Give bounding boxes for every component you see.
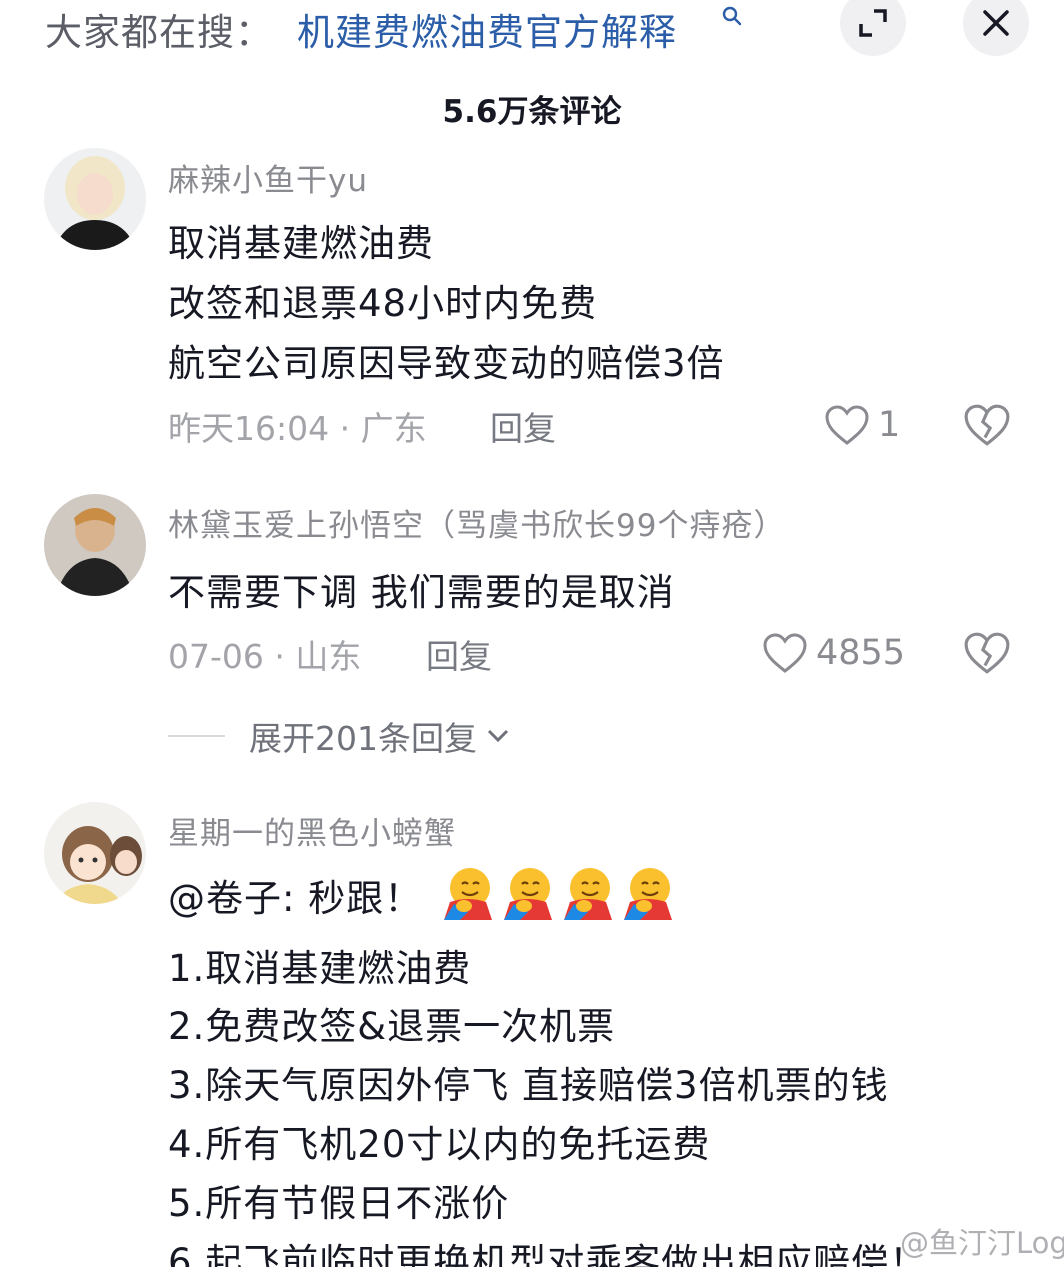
comment-location: 广东 [360, 409, 427, 448]
comment-time: 昨天16:04 [168, 409, 330, 448]
emoji-row [440, 864, 680, 920]
comment-text-line: 航空公司原因导致变动的赔偿3倍 [168, 342, 725, 385]
like-button[interactable]: 1 [824, 400, 900, 450]
expand-button[interactable] [840, 0, 906, 56]
comment-text-line: 2.免费改签&退票一次机票 [168, 1005, 616, 1048]
close-icon [983, 10, 1009, 36]
like-button[interactable]: 4855 [762, 628, 905, 678]
hugging-face-emoji [504, 868, 552, 920]
comment-text-line: 3.除天气原因外停飞 直接赔偿3倍机票的钱 [168, 1064, 889, 1107]
expand-replies-button[interactable]: 展开201条回复 [168, 711, 513, 761]
hugging-face-emoji [624, 868, 672, 920]
comment-text-line: 改签和退票48小时内免费 [168, 282, 598, 325]
reply-button[interactable]: 回复 [490, 402, 556, 450]
avatar[interactable] [44, 802, 146, 904]
meta-separator: · [274, 637, 296, 676]
comment-text-line: 5.所有节假日不涨价 [168, 1182, 510, 1225]
heart-icon [763, 633, 807, 673]
watermark: @鱼汀汀Log [900, 1226, 1064, 1260]
broken-heart-icon[interactable] [963, 402, 1011, 448]
search-suggestion-link[interactable]: 机建费燃油费官方解释 [297, 2, 677, 56]
close-button[interactable] [963, 0, 1029, 56]
chevron-down-icon [487, 729, 509, 743]
like-count: 4855 [816, 633, 906, 673]
hugging-face-emoji [444, 868, 492, 920]
comment-text-line: 6.起飞前临时更换机型对乘客做出相应赔偿！ [168, 1241, 928, 1267]
comment-username[interactable]: 星期一的黑色小螃蟹 [168, 808, 456, 853]
comment-meta: 昨天16:04 · 广东 [168, 402, 427, 450]
like-count: 1 [878, 405, 901, 445]
expand-replies-label: 展开201条回复 [249, 719, 477, 758]
comment-meta: 07-06 · 山东 [168, 630, 361, 678]
expand-icon [859, 9, 887, 37]
comment-text-line: @卷子: 秒跟！ [168, 877, 423, 920]
avatar[interactable] [44, 494, 146, 596]
meta-separator: · [339, 409, 361, 448]
comment-text-line: 不需要下调 我们需要的是取消 [168, 571, 675, 614]
comment-username[interactable]: 林黛玉爱上孙悟空（骂虞书欣长99个痔疮） [168, 500, 785, 545]
comment-text-line: 取消基建燃油费 [168, 222, 434, 265]
comment-text-line: 1.取消基建燃油费 [168, 947, 472, 990]
broken-heart-icon[interactable] [963, 630, 1011, 676]
search-icon[interactable] [722, 6, 742, 26]
comment-time: 07-06 [168, 637, 264, 676]
avatar[interactable] [44, 148, 146, 250]
comment-location: 山东 [295, 637, 362, 676]
hugging-face-emoji [564, 868, 612, 920]
comment-text-line: 4.所有飞机20寸以内的免托运费 [168, 1123, 711, 1166]
comment-username[interactable]: 麻辣小鱼干yu [168, 155, 368, 200]
search-suggestion-bar: 大家都在搜： 机建费燃油费官方解释 [0, 0, 1064, 60]
reply-button[interactable]: 回复 [426, 630, 492, 678]
search-prefix-label: 大家都在搜： [45, 11, 273, 54]
comment-count-title: 5.6万条评论 [442, 94, 622, 130]
divider [168, 735, 225, 737]
heart-icon [825, 405, 869, 445]
